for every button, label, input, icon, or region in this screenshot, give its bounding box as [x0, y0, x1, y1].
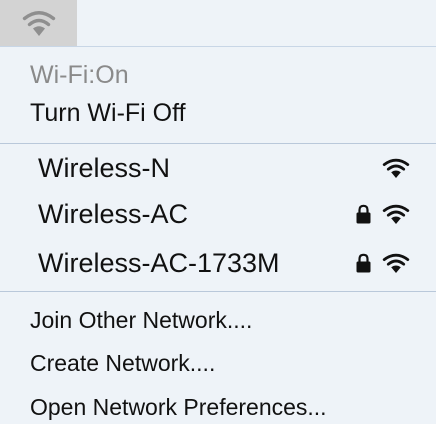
- wifi-icon: [22, 11, 55, 36]
- network-name: Wireless-N: [38, 152, 170, 183]
- network-item-wireless-ac[interactable]: Wireless-AC: [38, 194, 418, 234]
- menu-divider: [0, 143, 436, 144]
- join-other-network-item[interactable]: Join Other Network....: [30, 307, 436, 334]
- wifi-dropdown-menu: Wi-Fi:On Turn Wi-Fi Off Wireless-N Wirel…: [0, 46, 436, 424]
- network-name: Wireless-AC: [38, 198, 189, 229]
- network-item-wireless-ac-1733m[interactable]: Wireless-AC-1733M: [38, 243, 418, 283]
- turn-wifi-off-item[interactable]: Turn Wi-Fi Off: [30, 99, 436, 128]
- wifi-signal-icon: [382, 253, 410, 273]
- wifi-signal-icon: [382, 204, 410, 224]
- menu-bar: [0, 0, 436, 46]
- network-name: Wireless-AC-1733M: [38, 247, 280, 278]
- create-network-item[interactable]: Create Network....: [30, 350, 436, 377]
- lock-icon: [356, 253, 371, 273]
- wifi-status-label: Wi-Fi:On: [30, 61, 129, 89]
- network-item-wireless-n[interactable]: Wireless-N: [38, 148, 418, 188]
- open-network-preferences-item[interactable]: Open Network Preferences...: [30, 394, 436, 421]
- wifi-status-button[interactable]: [0, 0, 77, 46]
- wifi-signal-icon: [382, 158, 410, 178]
- lock-icon: [356, 204, 371, 224]
- menu-divider: [0, 291, 436, 292]
- wifi-menu-window: Wi-Fi:On Turn Wi-Fi Off Wireless-N Wirel…: [0, 0, 436, 424]
